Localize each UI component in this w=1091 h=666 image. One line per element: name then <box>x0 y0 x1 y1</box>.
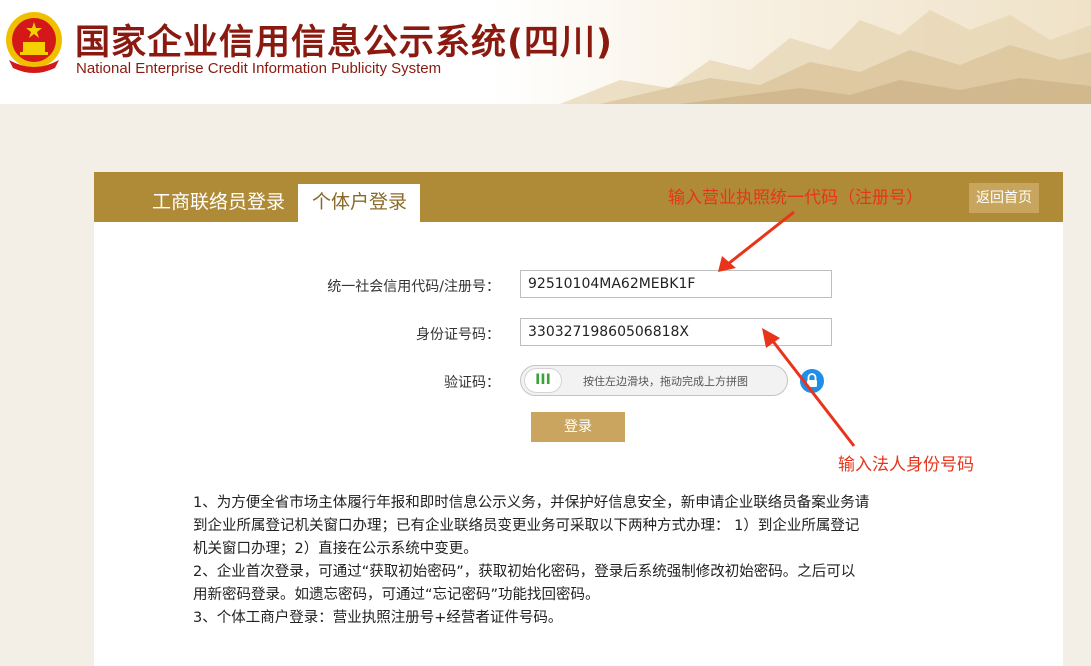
mountain-banner-image <box>560 10 1091 104</box>
login-tab-bar: 工商联络员登录 个体户登录 输入营业执照统一代码（注册号） 返回首页 <box>94 172 1063 222</box>
back-home-button[interactable]: 返回首页 <box>969 183 1039 213</box>
slider-handle[interactable]: III <box>524 368 562 393</box>
id-number-input[interactable] <box>520 318 832 346</box>
note-line: 机关窗口办理；2）直接在公示系统中变更。 <box>193 541 478 557</box>
note-line: 1、为方便全省市场主体履行年报和即时信息公示义务，并保护好信息安全，新申请企业联… <box>193 495 870 511</box>
credit-code-input[interactable] <box>520 270 832 298</box>
instructions-notes: 1、为方便全省市场主体履行年报和即时信息公示义务，并保护好信息安全，新申请企业联… <box>193 492 993 630</box>
note-line: 用新密码登录。如遗忘密码，可通过“忘记密码”功能找回密码。 <box>193 587 600 603</box>
site-header: 国家企业信用信息公示系统(四川) National Enterprise Cre… <box>0 0 1091 104</box>
note-line: 2、企业首次登录，可通过“获取初始密码”，获取初始化密码，登录后系统强制修改初始… <box>193 564 856 580</box>
id-number-label: 身份证号码： <box>416 327 500 343</box>
login-panel: 工商联络员登录 个体户登录 输入营业执照统一代码（注册号） 返回首页 统一社会信… <box>94 172 1063 666</box>
captcha-label: 验证码： <box>444 375 500 391</box>
captcha-slider[interactable]: III 按住左边滑块，拖动完成上方拼图 <box>520 365 788 396</box>
tab-liaison-login[interactable]: 工商联络员登录 <box>138 184 299 222</box>
site-title: 国家企业信用信息公示系统(四川) <box>75 23 613 63</box>
note-line: 3、个体工商户登录：营业执照注册号+经营者证件号码。 <box>193 610 563 626</box>
national-emblem-icon <box>6 12 62 73</box>
slider-instruction: 按住左边滑块，拖动完成上方拼图 <box>583 375 748 388</box>
annotation-id-number-hint: 输入法人身份号码 <box>838 455 974 475</box>
arrow-to-id-number <box>770 339 856 447</box>
credit-code-label: 统一社会信用代码/注册号： <box>327 279 500 295</box>
lock-icon <box>800 369 824 393</box>
login-button[interactable]: 登录 <box>531 412 625 442</box>
site-subtitle: National Enterprise Credit Information P… <box>76 60 442 77</box>
annotation-credit-code-hint: 输入营业执照统一代码（注册号） <box>668 188 923 208</box>
note-line: 到企业所属登记机关窗口办理；已有企业联络员变更业务可采取以下两种方式办理： 1）… <box>193 518 860 534</box>
tab-individual-login[interactable]: 个体户登录 <box>298 184 420 222</box>
